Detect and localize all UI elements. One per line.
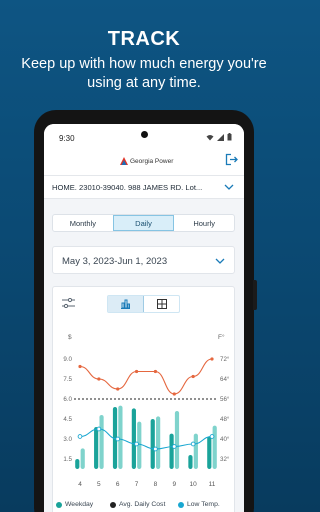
phone-side-button [253, 280, 257, 310]
high-temp-point [210, 357, 214, 361]
promo-title: TRACK [107, 28, 181, 50]
low-temp-point [77, 434, 83, 439]
left-axis-tick: 6.0 [63, 396, 72, 403]
high-temp-point [191, 374, 195, 379]
high-temp-point [134, 369, 139, 374]
left-axis-unit: $ [68, 334, 72, 341]
legend-label: Avg. Daily Cost [119, 501, 166, 508]
bar-weekday-light [80, 448, 85, 469]
low-temp-point [209, 434, 215, 439]
legend-low-temp: Low Temp. [178, 501, 220, 508]
bar-weekday [94, 427, 99, 469]
low-temp-point [190, 441, 196, 447]
bar-weekday [207, 436, 212, 469]
left-axis-tick: 1.5 [63, 456, 72, 463]
right-axis-tick: 72° [220, 356, 230, 363]
bar-weekday [75, 459, 80, 469]
legend-swatch [56, 501, 62, 508]
right-axis-tick: 56° [220, 396, 230, 403]
x-axis-tick: 8 [154, 481, 158, 488]
right-axis-tick: 40° [220, 436, 230, 443]
left-axis-tick: 9.0 [63, 356, 72, 363]
bar-weekday-light [99, 415, 104, 469]
bar-weekday [188, 455, 193, 469]
legend-label: Weekday [65, 501, 94, 508]
high-temp-point [97, 377, 101, 381]
legend-swatch [110, 501, 116, 508]
high-temp-point [116, 387, 120, 391]
x-axis-tick: 10 [190, 481, 198, 488]
bar-weekday [131, 408, 136, 469]
high-temp-point [172, 392, 176, 396]
legend-label: Low Temp. [187, 501, 220, 508]
legend-weekday: Weekday [56, 501, 93, 508]
bar-weekday-light [212, 425, 217, 469]
x-axis-tick: 9 [172, 481, 176, 488]
left-axis-tick: 4.5 [63, 416, 72, 423]
x-axis-tick: 4 [78, 481, 82, 488]
low-temp-point [134, 441, 139, 447]
right-axis-tick: 64° [220, 376, 230, 383]
low-temp-point [171, 444, 177, 449]
left-axis-tick: 3.0 [63, 436, 72, 443]
high-temp-point [78, 364, 82, 369]
x-axis-tick: 5 [97, 481, 101, 488]
x-axis-tick: 6 [116, 481, 120, 488]
bar-weekday-light [174, 411, 180, 469]
right-axis-tick: 48° [220, 416, 230, 423]
x-axis-tick: 11 [209, 481, 216, 488]
bar-weekday-light [193, 433, 198, 469]
legend-swatch [178, 501, 184, 508]
left-axis-tick: 7.5 [63, 376, 72, 383]
low-temp-point [153, 446, 158, 452]
bar-weekday-light [156, 416, 161, 469]
x-axis-tick: 7 [135, 481, 139, 488]
bar-weekday [169, 433, 174, 469]
low-temp-point [96, 426, 102, 432]
bar-weekday [150, 419, 155, 469]
phone-screen: 9:30 Georgia Power HOME. 23010-39040. 98… [44, 124, 244, 512]
promo-subtitle: Keep up with how much energy you're usin… [21, 56, 267, 91]
usage-chart: $ F° 9.0 7.5 6.0 4.5 3.0 1.5 72° 64° 56° 48° 40° 32… [63, 333, 230, 488]
low-temp-point [115, 436, 121, 442]
high-temp-point [153, 369, 158, 374]
right-axis-tick: 32° [220, 456, 230, 463]
legend-avg-daily-cost: Avg. Daily Cost [110, 501, 165, 508]
right-axis-unit: F° [218, 333, 225, 341]
